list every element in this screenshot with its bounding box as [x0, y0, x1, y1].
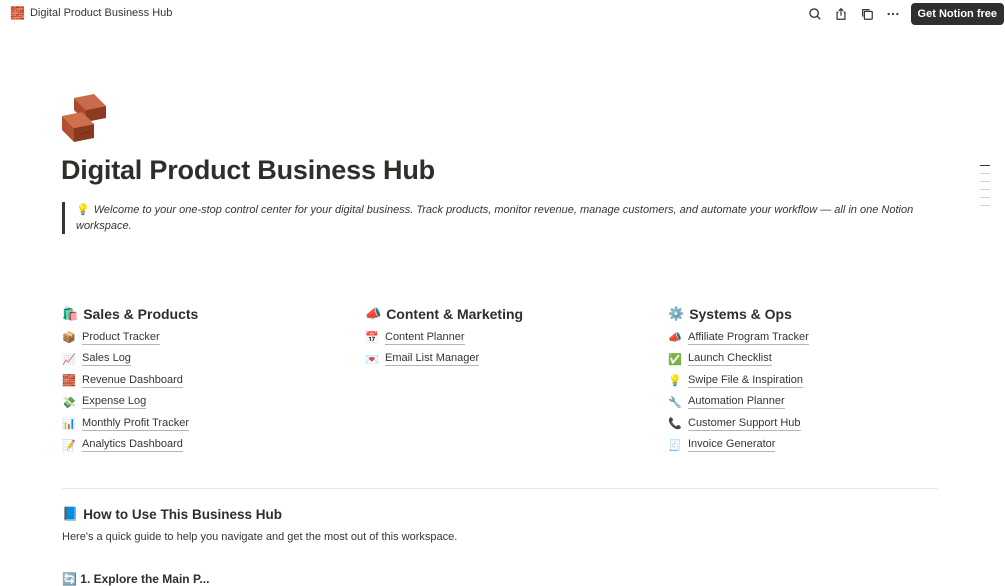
toc-line[interactable]: [980, 205, 990, 206]
link-product-tracker[interactable]: 📦 Product Tracker: [62, 327, 342, 349]
link-label[interactable]: Monthly Profit Tracker: [82, 417, 189, 431]
link-label[interactable]: Invoice Generator: [688, 438, 776, 453]
package-icon: 📦: [62, 332, 76, 345]
brick-icon[interactable]: [60, 92, 112, 144]
section-heading-text: Content & Marketing: [386, 306, 524, 322]
section-heading: 📣 Content & Marketing: [365, 304, 645, 324]
link-invoice-generator[interactable]: 🧾 Invoice Generator: [668, 435, 948, 457]
step-heading: 🔄 1. Explore the Main P...: [62, 572, 210, 586]
shopping-bags-icon: 🛍️: [62, 306, 79, 321]
section-heading-text: Sales & Products: [83, 306, 199, 322]
column-sales-products: 🛍️ Sales & Products 📦 Product Tracker 📈 Sa…: [62, 304, 342, 456]
search-icon[interactable]: [803, 3, 828, 25]
link-affiliate-program-tracker[interactable]: 📣 Affiliate Program Tracker: [668, 327, 948, 349]
toc-line[interactable]: [980, 197, 990, 198]
money-wings-icon: 💸: [62, 396, 76, 409]
divider: [62, 488, 938, 489]
table-of-contents-indicator[interactable]: [980, 165, 992, 213]
love-letter-icon: 💌: [365, 353, 379, 366]
link-label[interactable]: Analytics Dashboard: [82, 438, 183, 453]
breadcrumb-title[interactable]: Digital Product Business Hub: [30, 7, 172, 19]
more-icon[interactable]: [881, 3, 906, 25]
link-analytics-dashboard[interactable]: 📝 Analytics Dashboard: [62, 435, 342, 457]
link-label[interactable]: Swipe File & Inspiration: [688, 374, 803, 388]
memo-icon: 📝: [62, 439, 76, 452]
toolbar: Get Notion free: [802, 3, 1005, 25]
check-mark-icon: ✅: [668, 353, 682, 366]
duplicate-icon[interactable]: [855, 3, 880, 25]
lightbulb-icon: 💡: [668, 375, 682, 388]
how-to-intro-text: Here's a quick guide to help you navigat…: [62, 531, 458, 543]
link-revenue-dashboard[interactable]: 🧱 Revenue Dashboard: [62, 370, 342, 392]
link-sales-log[interactable]: 📈 Sales Log: [62, 349, 342, 371]
link-label[interactable]: Customer Support Hub: [688, 417, 801, 431]
bar-chart-icon: 📊: [62, 418, 76, 431]
link-customer-support-hub[interactable]: 📞 Customer Support Hub: [668, 413, 948, 435]
link-label[interactable]: Content Planner: [385, 331, 465, 345]
link-label[interactable]: Affiliate Program Tracker: [688, 331, 809, 345]
link-email-list-manager[interactable]: 💌 Email List Manager: [365, 349, 645, 371]
callout-text: Welcome to your one-stop control center …: [76, 204, 914, 232]
page-emoji-icon: 🧱: [10, 6, 25, 20]
megaphone-icon: 📣: [668, 332, 682, 345]
link-monthly-profit-tracker[interactable]: 📊 Monthly Profit Tracker: [62, 413, 342, 435]
how-to-heading: 📘 How to Use This Business Hub: [62, 506, 282, 522]
section-heading: ⚙️ Systems & Ops: [668, 304, 948, 324]
blue-book-icon: 📘: [62, 506, 79, 521]
top-bar: 🧱 Digital Product Business Hub Get Notio…: [0, 0, 1005, 28]
toc-line[interactable]: [980, 165, 990, 166]
lightbulb-icon: 💡: [76, 204, 90, 216]
column-systems-ops: ⚙️ Systems & Ops 📣 Affiliate Program Trac…: [668, 304, 948, 456]
megaphone-icon: 📣: [365, 306, 382, 321]
link-label[interactable]: Expense Log: [82, 395, 147, 410]
link-label[interactable]: Revenue Dashboard: [82, 374, 183, 388]
calendar-icon: 📅: [365, 332, 379, 345]
receipt-icon: 🧾: [668, 439, 682, 452]
get-notion-free-button[interactable]: Get Notion free: [910, 3, 1004, 25]
toc-line[interactable]: [980, 181, 990, 182]
link-launch-checklist[interactable]: ✅ Launch Checklist: [668, 349, 948, 371]
link-swipe-file-inspiration[interactable]: 💡 Swipe File & Inspiration: [668, 370, 948, 392]
share-icon[interactable]: [829, 3, 854, 25]
telephone-icon: 📞: [668, 418, 682, 431]
chart-up-icon: 📈: [62, 353, 76, 366]
brick-icon: 🧱: [62, 375, 76, 388]
toc-line[interactable]: [980, 189, 990, 190]
link-content-planner[interactable]: 📅 Content Planner: [365, 327, 645, 349]
link-expense-log[interactable]: 💸 Expense Log: [62, 392, 342, 414]
page-title: Digital Product Business Hub: [61, 155, 435, 185]
gear-icon: ⚙️: [668, 306, 685, 321]
breadcrumb[interactable]: 🧱 Digital Product Business Hub: [10, 6, 172, 20]
wrench-icon: 🔧: [668, 396, 682, 409]
link-label[interactable]: Email List Manager: [385, 352, 480, 367]
section-heading: 🛍️ Sales & Products: [62, 304, 342, 324]
toc-line[interactable]: [980, 173, 990, 174]
link-label[interactable]: Sales Log: [82, 352, 131, 367]
callout: 💡 Welcome to your one-stop control center…: [62, 202, 932, 234]
section-heading-text: Systems & Ops: [689, 306, 792, 322]
link-label[interactable]: Product Tracker: [82, 331, 160, 345]
how-to-heading-text: How to Use This Business Hub: [83, 506, 282, 522]
link-label[interactable]: Automation Planner: [688, 395, 785, 410]
column-content-marketing: 📣 Content & Marketing 📅 Content Planner 💌…: [365, 304, 645, 370]
link-automation-planner[interactable]: 🔧 Automation Planner: [668, 392, 948, 414]
link-label[interactable]: Launch Checklist: [688, 352, 772, 367]
